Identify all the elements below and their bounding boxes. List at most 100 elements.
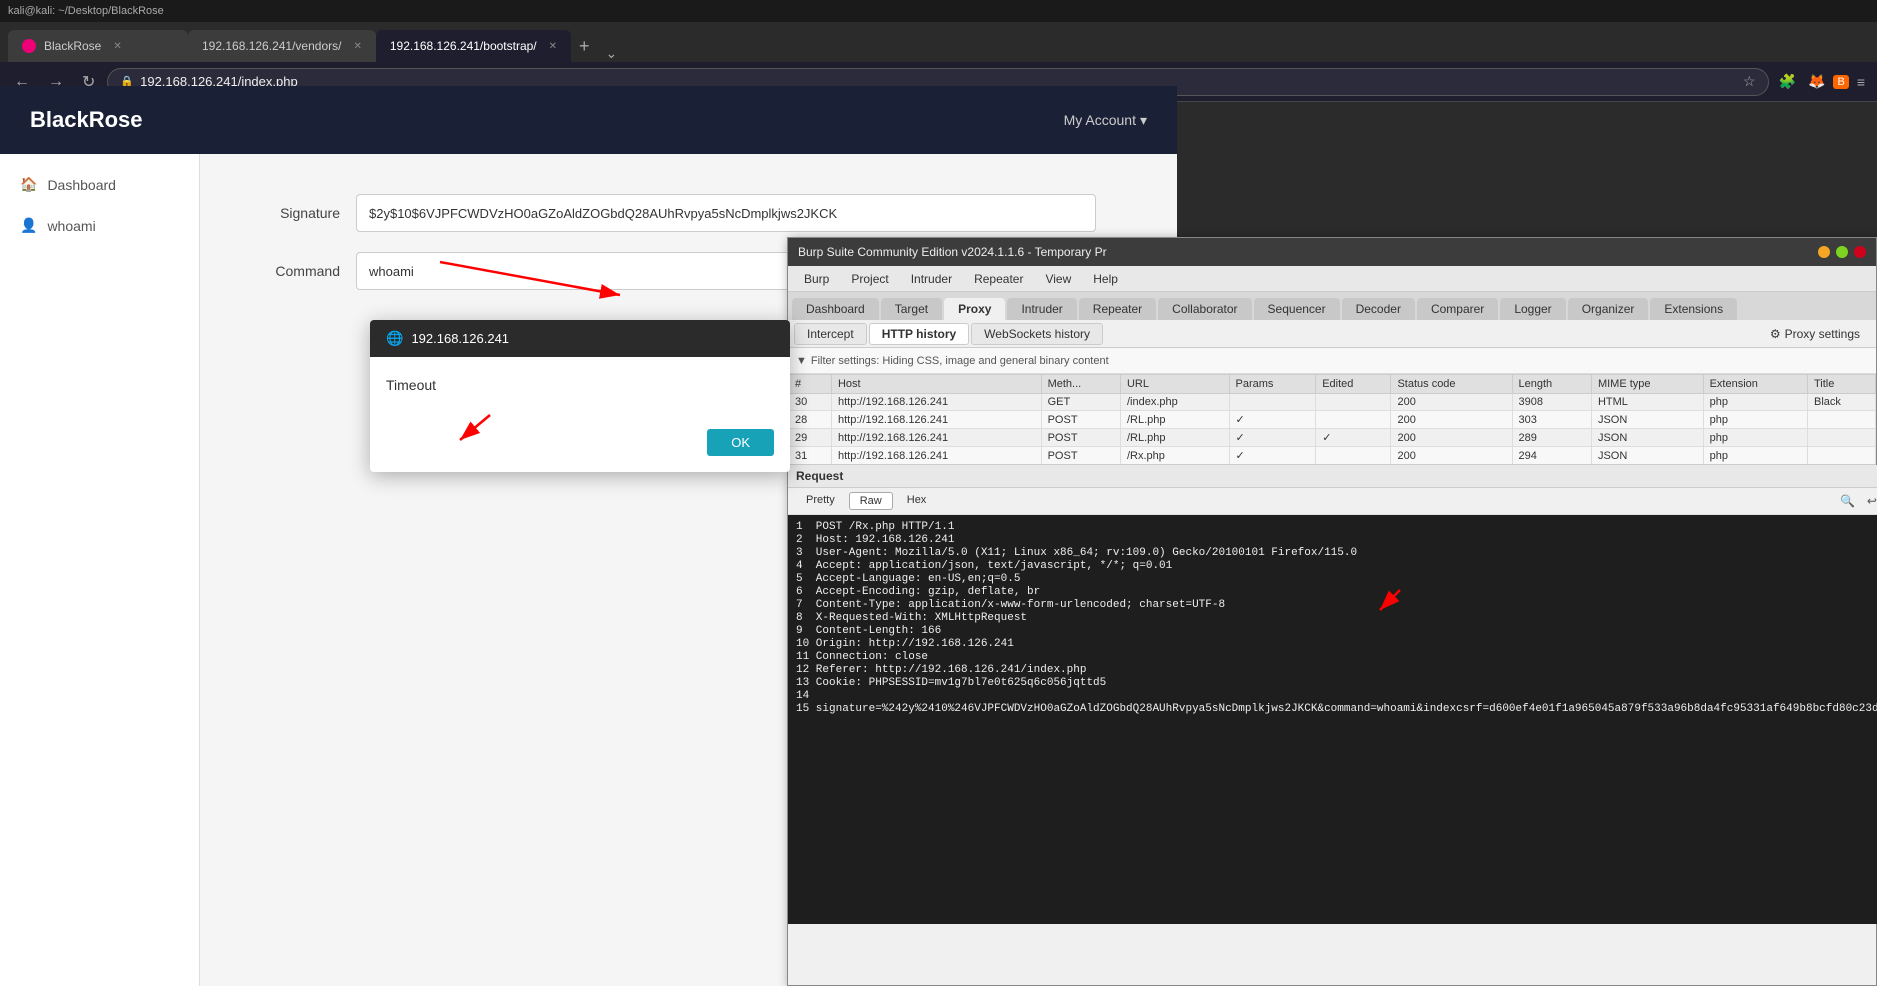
col-status[interactable]: Status code (1391, 375, 1512, 394)
signature-input[interactable] (356, 194, 1096, 232)
menu-intruder[interactable]: Intruder (901, 269, 962, 289)
firefox-icon[interactable]: 🦊 (1804, 71, 1829, 92)
minimize-button[interactable] (1818, 246, 1830, 258)
col-params[interactable]: Params (1229, 375, 1316, 394)
dropdown-chevron-icon: ▾ (1140, 112, 1147, 129)
command-label: Command (240, 263, 340, 279)
timeout-dialog: 🌐 192.168.126.241 Timeout OK (370, 320, 790, 472)
col-num[interactable]: # (789, 375, 832, 394)
burp-window: Burp Suite Community Edition v2024.1.1.6… (787, 237, 1877, 986)
burp-tab-intruder[interactable]: Intruder (1007, 298, 1076, 320)
request-line: 9 Content-Length: 166 (796, 625, 1877, 637)
request-body: 1 POST /Rx.php HTTP/1.12 Host: 192.168.1… (788, 515, 1877, 924)
burp-tab-decoder[interactable]: Decoder (1342, 298, 1415, 320)
proxy-settings-label: Proxy settings (1785, 327, 1860, 341)
app-header: BlackRose My Account ▾ (0, 86, 1177, 154)
tab-label-1: 192.168.126.241/vendors/ (202, 39, 341, 53)
burp-tab-dashboard[interactable]: Dashboard (792, 298, 879, 320)
close-button[interactable] (1854, 246, 1866, 258)
signature-label: Signature (240, 205, 340, 221)
maximize-button[interactable] (1836, 246, 1848, 258)
browser-tab-1[interactable]: 192.168.126.241/vendors/ ✕ (188, 30, 376, 62)
request-tab-pretty[interactable]: Pretty (796, 492, 845, 510)
nav-icons: 🧩 🦊 B ≡ (1775, 71, 1869, 92)
dialog-ok-button[interactable]: OK (707, 429, 774, 456)
tab-close-1[interactable]: ✕ (353, 41, 361, 52)
menu-project[interactable]: Project (841, 269, 898, 289)
new-tab-button[interactable]: + (571, 30, 598, 62)
table-row[interactable]: 31http://192.168.126.241POST/Rx.php✓2002… (789, 447, 1876, 465)
request-line: 4 Accept: application/json, text/javascr… (796, 560, 1877, 572)
request-panel-icons: 🔍 ↩ ⋮ (1836, 492, 1877, 510)
burp-subtab-websockets[interactable]: WebSockets history (971, 323, 1103, 345)
table-row[interactable]: 30http://192.168.126.241GET/index.php200… (789, 394, 1876, 411)
burp-tab-extensions[interactable]: Extensions (1650, 298, 1737, 320)
burp-window-buttons (1818, 246, 1866, 258)
col-title[interactable]: Title (1807, 375, 1875, 394)
extensions-icon[interactable]: 🧩 (1775, 71, 1800, 92)
col-mime[interactable]: MIME type (1591, 375, 1703, 394)
filter-arrow-icon: ▼ (796, 355, 807, 367)
request-line: 1 POST /Rx.php HTTP/1.1 (796, 521, 1877, 533)
menu-view[interactable]: View (1035, 269, 1081, 289)
col-extension[interactable]: Extension (1703, 375, 1807, 394)
tab-overflow-button[interactable]: ⌄ (598, 45, 626, 62)
sidebar: 🏠 Dashboard 👤 whoami (0, 154, 200, 986)
request-line: 5 Accept-Language: en-US,en;q=0.5 (796, 573, 1877, 585)
burp-tab-proxy[interactable]: Proxy (944, 298, 1005, 320)
browser-tab-2[interactable]: 192.168.126.241/bootstrap/ ✕ (376, 30, 571, 62)
menu-repeater[interactable]: Repeater (964, 269, 1033, 289)
burp-tab-comparer[interactable]: Comparer (1417, 298, 1498, 320)
request-tab-raw[interactable]: Raw (849, 492, 893, 510)
home-icon: 🏠 (20, 176, 37, 193)
request-line: 13 Cookie: PHPSESSID=mv1g7bl7e0t625q6c05… (796, 677, 1877, 689)
dialog-footer: OK (370, 429, 790, 472)
tab-close-0[interactable]: ✕ (113, 41, 121, 52)
burp-tab-collaborator[interactable]: Collaborator (1158, 298, 1251, 320)
table-row[interactable]: 29http://192.168.126.241POST/RL.php✓✓200… (789, 429, 1876, 447)
col-host[interactable]: Host (831, 375, 1041, 394)
menu-help[interactable]: Help (1083, 269, 1128, 289)
burp-main-tabs: Dashboard Target Proxy Intruder Repeater… (788, 292, 1876, 320)
burp-tab-sequencer[interactable]: Sequencer (1254, 298, 1340, 320)
burp-filter-bar[interactable]: ▼ Filter settings: Hiding CSS, image and… (788, 348, 1876, 374)
proxy-settings-button[interactable]: ⚙ Proxy settings (1760, 324, 1870, 344)
tab-label-0: BlackRose (44, 39, 101, 53)
sidebar-item-whoami[interactable]: 👤 whoami (0, 205, 199, 246)
dialog-body: Timeout (370, 357, 790, 429)
browser-tabs: BlackRose ✕ 192.168.126.241/vendors/ ✕ 1… (0, 22, 1877, 62)
burp-icon[interactable]: B (1833, 75, 1848, 89)
burp-tab-logger[interactable]: Logger (1500, 298, 1565, 320)
col-length[interactable]: Length (1512, 375, 1591, 394)
browser-tab-0[interactable]: BlackRose ✕ (8, 30, 188, 62)
request-line: 12 Referer: http://192.168.126.241/index… (796, 664, 1877, 676)
my-account-label: My Account (1064, 112, 1136, 128)
request-line: 10 Origin: http://192.168.126.241 (796, 638, 1877, 650)
http-table-body: 30http://192.168.126.241GET/index.php200… (789, 394, 1876, 465)
dialog-header: 🌐 192.168.126.241 (370, 320, 790, 357)
request-line: 7 Content-Type: application/x-www-form-u… (796, 599, 1877, 611)
burp-subtab-intercept[interactable]: Intercept (794, 323, 867, 345)
burp-proxy-subtabs: Intercept HTTP history WebSockets histor… (788, 320, 1876, 348)
col-edited[interactable]: Edited (1316, 375, 1391, 394)
request-tab-hex[interactable]: Hex (897, 492, 937, 510)
table-row[interactable]: 28http://192.168.126.241POST/RL.php✓2003… (789, 411, 1876, 429)
menu-burp[interactable]: Burp (794, 269, 839, 289)
my-account-button[interactable]: My Account ▾ (1064, 112, 1147, 129)
signature-row: Signature (240, 194, 1137, 232)
burp-tab-repeater[interactable]: Repeater (1079, 298, 1156, 320)
burp-tab-target[interactable]: Target (881, 298, 942, 320)
sidebar-item-dashboard[interactable]: 🏠 Dashboard (0, 164, 199, 205)
tab-close-2[interactable]: ✕ (549, 41, 557, 52)
bookmark-icon[interactable]: ☆ (1743, 73, 1756, 90)
burp-subtab-http-history[interactable]: HTTP history (869, 323, 969, 345)
settings-icon: ⚙ (1770, 327, 1781, 341)
col-method[interactable]: Meth... (1041, 375, 1120, 394)
menu-icon[interactable]: ≡ (1853, 72, 1869, 92)
wrap-icon[interactable]: ↩ (1863, 492, 1877, 510)
burp-tab-organizer[interactable]: Organizer (1568, 298, 1649, 320)
search-icon[interactable]: 🔍 (1836, 492, 1859, 510)
col-url[interactable]: URL (1120, 375, 1229, 394)
browser-titlebar: kali@kali: ~/Desktop/BlackRose (0, 0, 1877, 22)
app-logo: BlackRose (30, 107, 143, 133)
